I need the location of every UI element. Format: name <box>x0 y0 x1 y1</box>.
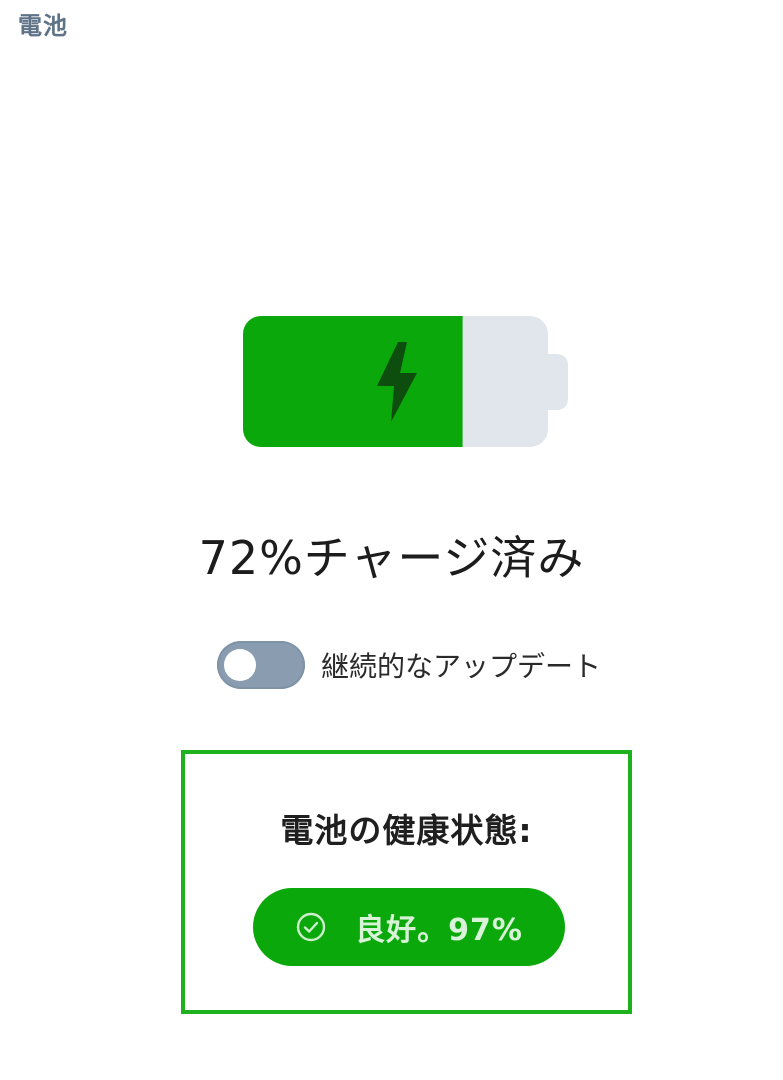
battery-terminal-cap <box>548 354 568 410</box>
battery-health-title: 電池の健康状態: <box>280 811 533 850</box>
battery-health-value: 良好。97% <box>355 913 523 948</box>
battery-health-badge: 良好。97% <box>253 888 565 966</box>
continuous-update-toggle[interactable] <box>217 641 305 689</box>
continuous-update-row: 継続的なアップデート <box>217 640 601 690</box>
check-circle-icon <box>295 911 327 943</box>
battery-health-panel: 電池の健康状態: 良好。97% <box>181 750 632 1014</box>
battery-fill <box>243 316 463 447</box>
toggle-knob <box>224 649 256 681</box>
battery-graphic <box>243 316 549 447</box>
page-title: 電池 <box>18 12 68 40</box>
continuous-update-label: 継続的なアップデート <box>321 650 602 683</box>
charge-status-text: 72%チャージ済み <box>198 531 585 585</box>
